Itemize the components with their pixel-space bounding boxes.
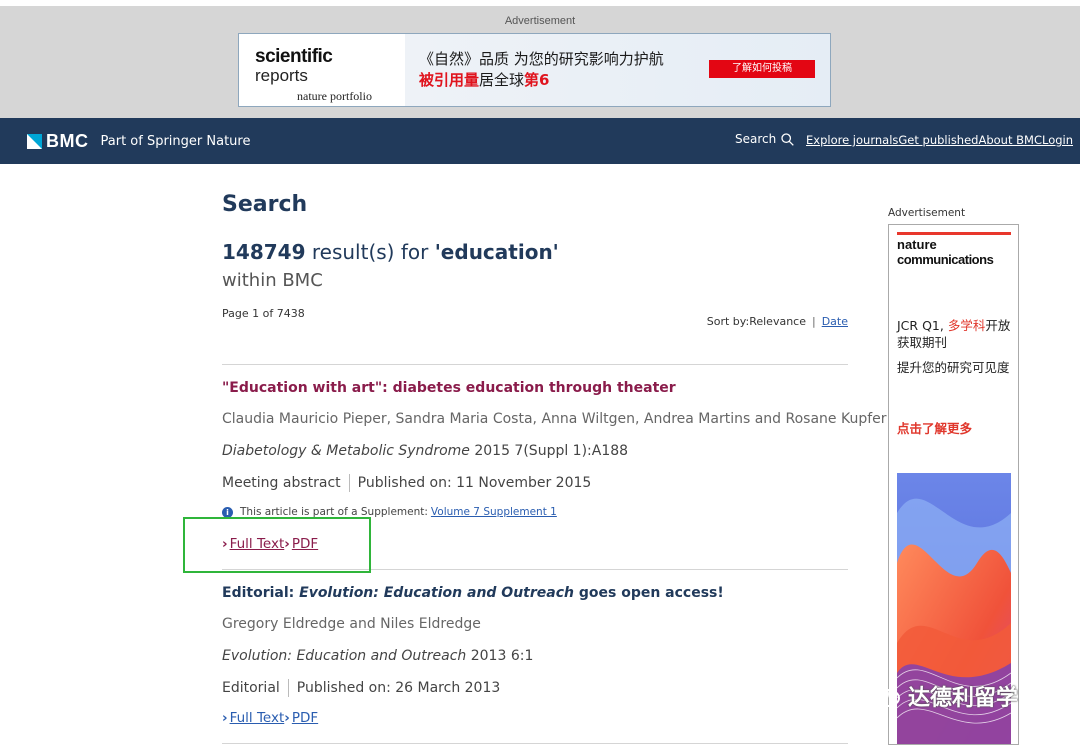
supplement-link[interactable]: Volume 7 Supplement 1 — [431, 506, 557, 518]
search-icon — [781, 132, 794, 146]
ad-banner[interactable]: scientific reports nature portfolio 《自然》… — [238, 33, 831, 107]
pdf-link[interactable]: PDF — [292, 710, 318, 726]
side-ad-brand: nature — [897, 237, 937, 252]
search-query: 'education' — [434, 240, 559, 264]
ad-label: Advertisement — [504, 15, 576, 27]
nav-get-published[interactable]: Get published — [898, 133, 978, 147]
side-ad-text-1a: JCR Q1, — [897, 318, 948, 333]
divider — [222, 364, 848, 365]
side-ad-label: Advertisement — [888, 207, 966, 219]
ad-brand-portfolio: nature portfolio — [297, 89, 372, 103]
meta-separator — [287, 679, 289, 697]
result-published-date: Published on: 26 March 2013 — [296, 680, 501, 696]
result-count: 148749 result(s) for 'education' — [222, 240, 559, 264]
search-scope: within BMC — [222, 270, 323, 291]
ad-headline-mid: 居全球 — [479, 71, 525, 89]
logo-tagline: Part of Springer Nature — [100, 134, 251, 149]
side-ad-text-1: JCR Q1, 多学科开放获取期刊 — [897, 317, 1012, 351]
site-header: BMC Part of Springer Nature Search Explo… — [0, 118, 1080, 164]
result-published-date: Published on: 11 November 2015 — [357, 475, 592, 491]
ad-brand-name: scientific — [255, 46, 333, 67]
result-journal-name: Evolution: Education and Outreach — [222, 648, 467, 664]
logo-text: BMC — [46, 131, 89, 151]
result-count-number: 148749 — [222, 240, 306, 264]
header-search-button[interactable]: Search — [735, 132, 794, 146]
info-icon: i — [222, 506, 233, 518]
ad-brand-panel: scientific reports nature portfolio — [239, 34, 405, 106]
side-ad-text-1-red: 多学科 — [947, 318, 986, 333]
result-title-italic: Evolution: Education and Outreach — [299, 585, 574, 601]
sort-relevance: Relevance — [749, 315, 806, 328]
page-info: Page 1 of 7438 — [222, 307, 305, 320]
result-meta: Editorial Published on: 26 March 2013 — [222, 679, 500, 697]
wechat-icon — [863, 684, 900, 707]
sort-controls: Sort by:Relevance | Date — [707, 315, 848, 328]
result-title-link[interactable]: Editorial: Evolution: Education and Outr… — [222, 585, 724, 601]
header-search-label: Search — [735, 132, 777, 146]
result-title-link[interactable]: "Education with art": diabetes education… — [222, 380, 676, 396]
side-ad-banner[interactable]: nature communications JCR Q1, 多学科开放获取期刊 … — [888, 224, 1019, 745]
result-authors: Claudia Mauricio Pieper, Sandra Maria Co… — [222, 411, 887, 427]
top-ad-band: Advertisement scientific reports nature … — [0, 0, 1080, 118]
chevron-right-icon: › — [222, 710, 228, 726]
result-meta: Meeting abstract Published on: 11 Novembe… — [222, 474, 591, 492]
header-nav: Explore journalsGet publishedAbout BMCLo… — [806, 133, 1073, 147]
side-ad-cta[interactable]: 点击了解更多 — [897, 418, 972, 437]
chevron-right-icon: › — [284, 710, 290, 726]
ad-brand-name-2: reports — [255, 66, 308, 85]
result-citation: Diabetology & Metabolic Syndrome 2015 7(… — [222, 443, 628, 459]
full-text-link[interactable]: Full Text — [230, 710, 285, 726]
ad-headline-red-2: 第6 — [524, 71, 550, 89]
side-ad-brand-2: communications — [897, 252, 994, 267]
watermark-text: 达德利留学 — [908, 686, 1019, 711]
page-title: Search — [222, 192, 308, 217]
divider — [222, 743, 848, 744]
result-citation-detail: 2015 7(Suppl 1):A188 — [469, 443, 629, 459]
sort-label: Sort by: — [706, 315, 750, 328]
side-ad-text-2: 提升您的研究可见度 — [897, 360, 1010, 375]
ad-headline-2: 被引用量居全球第6 — [419, 69, 549, 90]
sort-by-date-link[interactable]: Date — [822, 315, 848, 328]
result-title-suffix: goes open access! — [573, 585, 724, 601]
ad-message-panel: 《自然》品质 为您的研究影响力护航 被引用量居全球第6 了解如何投稿 — [405, 34, 830, 106]
result-citation: Evolution: Education and Outreach 2013 6… — [222, 648, 533, 664]
result-title-prefix: Editorial: — [222, 585, 300, 601]
meta-separator — [348, 474, 350, 492]
result-citation-detail: 2013 6:1 — [466, 648, 534, 664]
highlight-box — [183, 517, 371, 573]
result-authors: Gregory Eldredge and Niles Eldredge — [222, 616, 481, 632]
bmc-logo-icon — [27, 134, 42, 149]
result-type: Meeting abstract — [222, 475, 341, 491]
ad-cta-button[interactable]: 了解如何投稿 — [709, 60, 815, 78]
bmc-logo[interactable]: BMC Part of Springer Nature — [27, 131, 250, 152]
sort-separator: | — [811, 315, 816, 328]
result-links: › Full Text› PDF — [222, 710, 318, 726]
nav-about-bmc[interactable]: About BMC — [978, 133, 1042, 147]
result-type: Editorial — [222, 680, 280, 696]
side-ad-accent-line — [897, 232, 1011, 235]
nav-login[interactable]: Login — [1042, 133, 1073, 147]
watermark: 达德利留学 — [862, 680, 1018, 712]
result-count-suffix: result(s) for — [305, 240, 435, 264]
result-journal-name: Diabetology & Metabolic Syndrome — [222, 443, 470, 459]
ad-headline-1: 《自然》品质 为您的研究影响力护航 — [419, 50, 664, 68]
nav-explore-journals[interactable]: Explore journals — [806, 133, 898, 147]
ad-headline-red-1: 被引用量 — [419, 71, 480, 89]
